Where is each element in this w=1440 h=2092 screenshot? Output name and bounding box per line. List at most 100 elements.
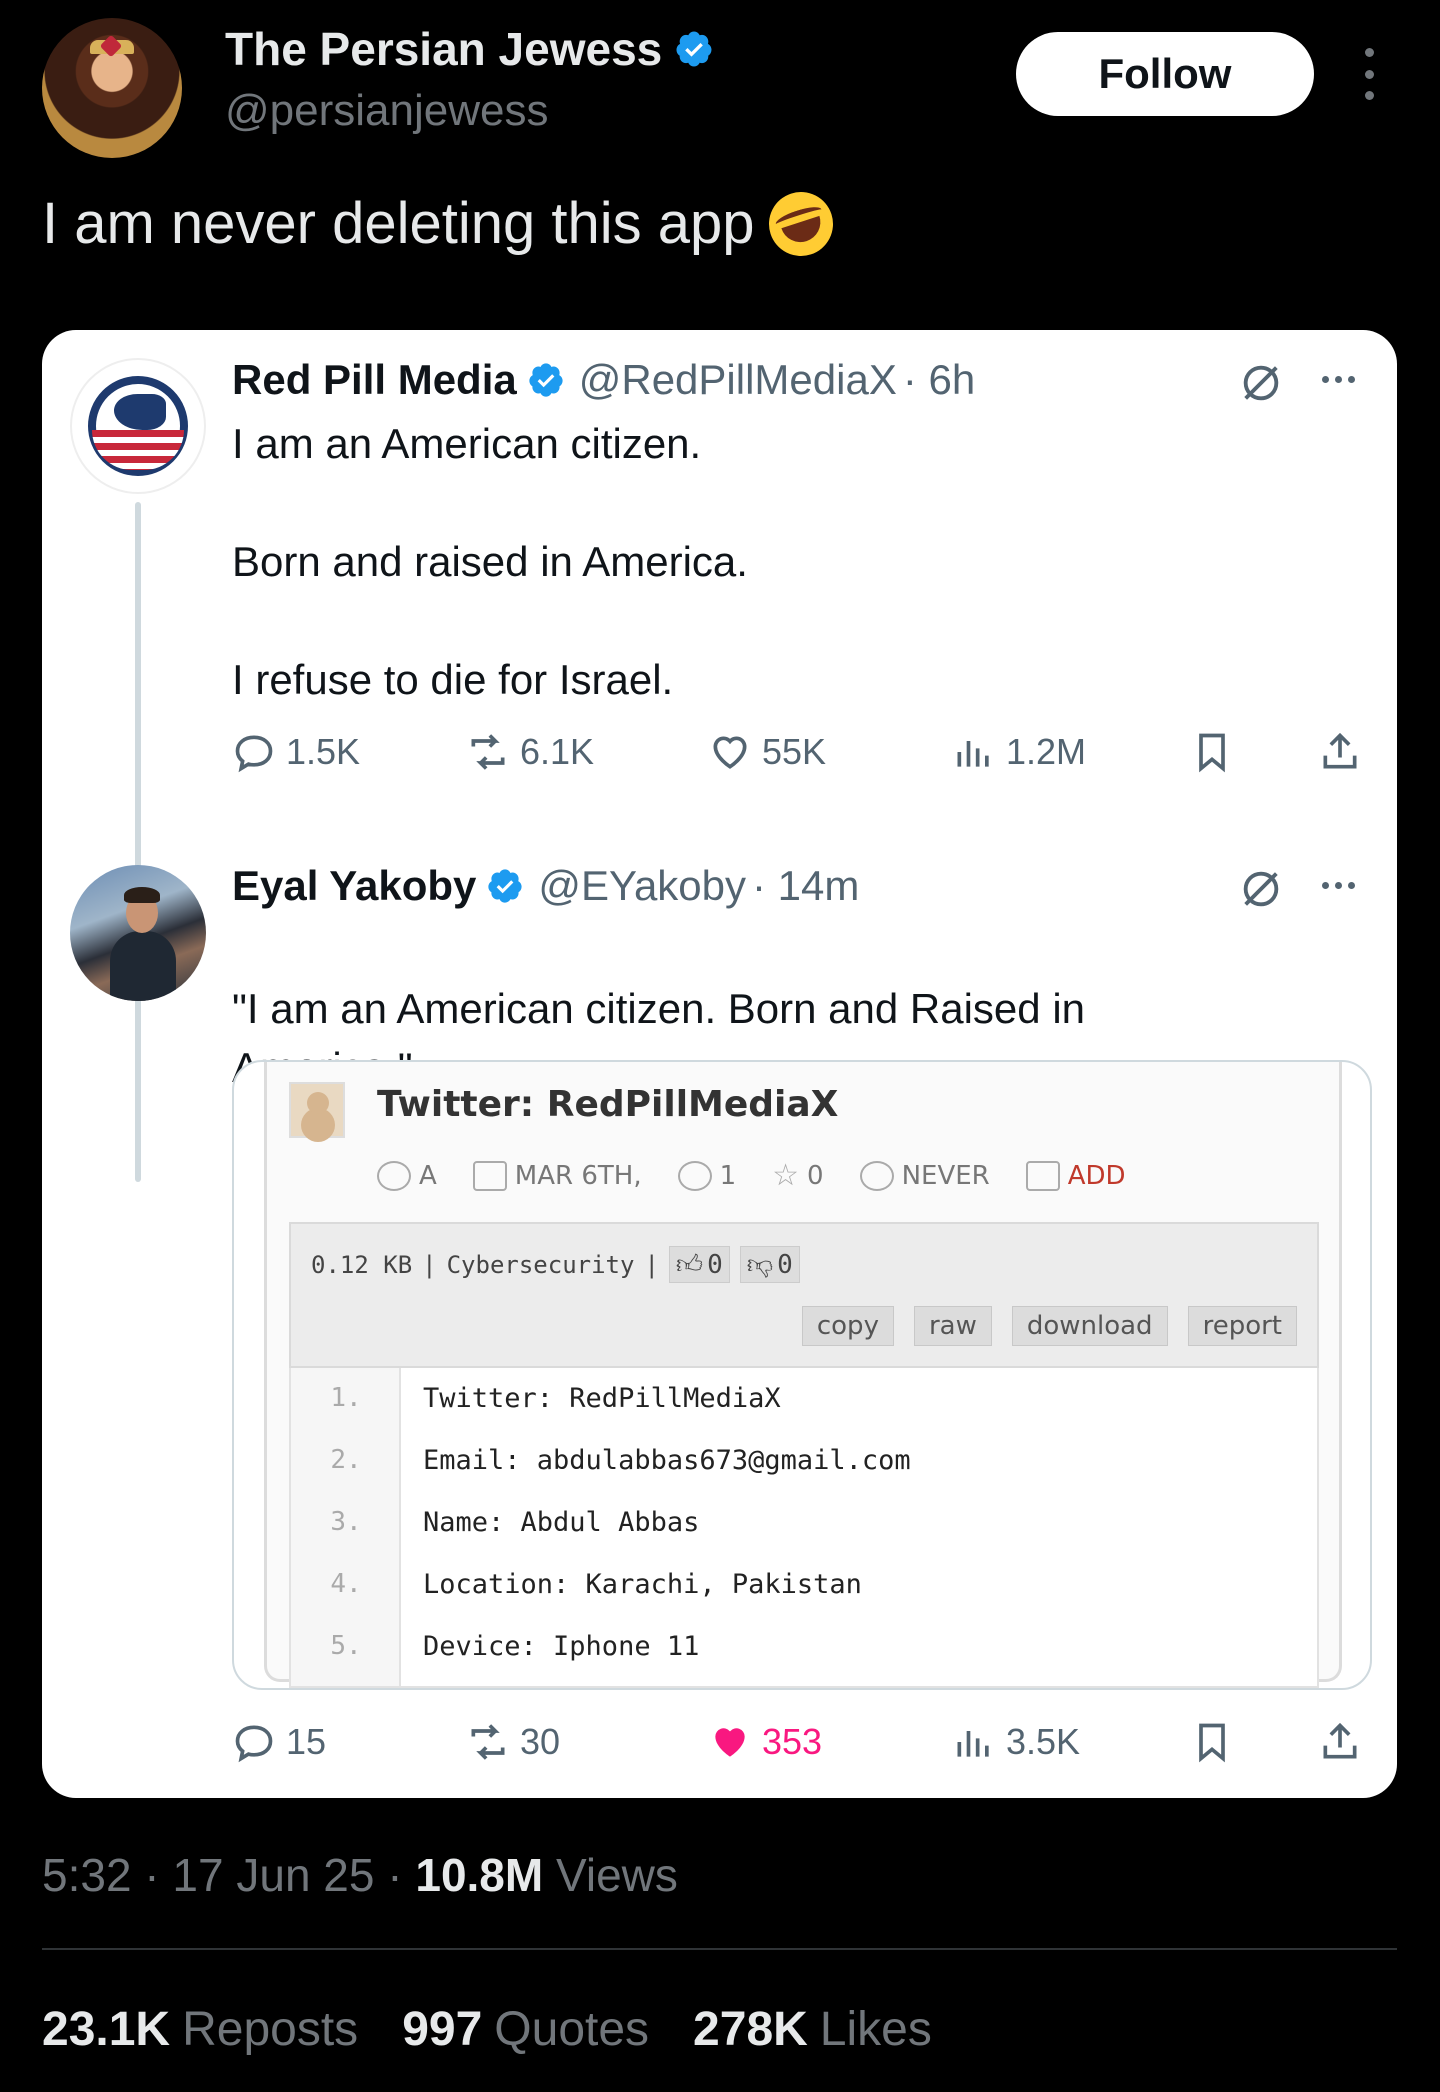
paste-separator: |: [422, 1250, 437, 1279]
reply-count: 15: [286, 1721, 327, 1762]
code-line: 2. Email: abdulabbas673@gmail.com: [291, 1430, 911, 1490]
line-number: 1.: [330, 1383, 362, 1413]
downvote-count: 0: [777, 1249, 793, 1280]
more-options-icon[interactable]: [1358, 48, 1380, 100]
post-author-handle[interactable]: @EYakoby: [538, 862, 746, 910]
embedded-image[interactable]: Twitter: RedPillMediaX A MAR 6TH, 1 ☆ 0 N…: [232, 1060, 1372, 1690]
views-action[interactable]: 3.5K: [952, 1720, 1080, 1764]
redpill-avatar[interactable]: [70, 358, 206, 494]
line-text: Location: Karachi, Pakistan: [423, 1568, 862, 1600]
tweet-time[interactable]: 5:32 · 17 Jun 25 ·: [42, 1849, 403, 1901]
author-handle[interactable]: @persianjewess: [225, 86, 548, 136]
like-action[interactable]: 55K: [708, 730, 826, 774]
author-display-name[interactable]: The Persian Jewess: [225, 22, 662, 76]
paste-size: 0.12 KB: [311, 1250, 413, 1279]
star-icon: ☆: [772, 1158, 800, 1193]
tweet-header: The Persian Jewess @persianjewess Follow: [0, 0, 1440, 160]
code-line: 4. Location: Karachi, Pakistan: [291, 1554, 862, 1614]
reply-count: 1.5K: [286, 731, 361, 772]
share-icon: [1323, 732, 1357, 769]
repost-count: 30: [520, 1721, 561, 1762]
tweet-timestamp: 5:32 · 17 Jun 25 · 10.8M Views: [42, 1848, 678, 1902]
post-time[interactable]: · 14m: [752, 862, 859, 910]
meta-expires-value: NEVER: [901, 1160, 990, 1191]
verified-badge-icon: [529, 363, 563, 397]
meta-stars: ☆ 0: [772, 1158, 823, 1193]
tweet-text: I am never deleting this app: [42, 183, 841, 264]
post-time[interactable]: · 6h: [903, 356, 975, 404]
author-name-row[interactable]: The Persian Jewess: [225, 22, 714, 76]
line-number: 3.: [330, 1507, 362, 1537]
repost-action[interactable]: 30: [466, 1720, 560, 1764]
quotes-total: 997: [402, 2003, 483, 2056]
paste-buttons: copy raw download report: [801, 1306, 1297, 1346]
paste-meta: A MAR 6TH, 1 ☆ 0 NEVER ADD: [377, 1158, 1162, 1193]
avatar-hair: [124, 887, 160, 903]
line-number: 4.: [330, 1569, 362, 1599]
share-action[interactable]: [1318, 730, 1362, 774]
reposts-stat[interactable]: 23.1K Reposts: [42, 2002, 358, 2057]
upvote-count: 0: [707, 1249, 723, 1280]
post-author-name[interactable]: Red Pill Media: [232, 356, 517, 404]
grok-icon[interactable]: [1238, 866, 1284, 912]
engagement-stats: 23.1K Reposts 997 Quotes 278K Likes: [42, 2002, 932, 2057]
repost-icon: [471, 734, 505, 770]
meta-date-value: MAR 6TH,: [514, 1160, 642, 1191]
post-actions: 15 30 353 3.5K: [232, 1720, 1372, 1776]
views-count: 1.2M: [1006, 731, 1087, 772]
thumbs-up-icon: 👍︎: [675, 1250, 704, 1280]
paste-code: 1. Twitter: RedPillMediaX 2. Email: abdula…: [289, 1368, 1319, 1688]
eye-icon: [677, 1160, 712, 1191]
calendar-icon: [472, 1160, 507, 1191]
bookmark-icon: [1199, 1723, 1225, 1763]
verified-badge-icon: [676, 31, 712, 67]
post-actions: 1.5K 6.1K 55K 1.2M: [232, 730, 1372, 786]
thumbs-down-icon: 👎︎: [746, 1250, 774, 1280]
tweet-text-content: I am never deleting this app: [42, 191, 755, 256]
post-more-icon[interactable]: [1322, 882, 1355, 889]
reply-action[interactable]: 15: [232, 1720, 326, 1764]
quoted-tweet-card[interactable]: Red Pill Media @RedPillMediaX · 6h I am …: [42, 330, 1397, 1798]
code-line: 5. Device: Iphone 11: [291, 1616, 699, 1676]
paste-user-avatar: [289, 1082, 345, 1138]
meta-date: MAR 6TH,: [472, 1160, 642, 1191]
quotes-label: Quotes: [494, 2003, 650, 2056]
post-author-handle[interactable]: @RedPillMediaX: [579, 356, 897, 404]
eyakoby-avatar[interactable]: [70, 865, 206, 1001]
grok-icon[interactable]: [1238, 360, 1284, 406]
repost-action[interactable]: 6.1K: [466, 730, 594, 774]
post-header: Red Pill Media @RedPillMediaX · 6h: [232, 356, 975, 404]
meta-views-value: 1: [719, 1160, 737, 1191]
quotes-stat[interactable]: 997 Quotes: [402, 2002, 649, 2057]
user-icon: [377, 1160, 411, 1191]
paste-screenshot: Twitter: RedPillMediaX A MAR 6TH, 1 ☆ 0 N…: [264, 1062, 1342, 1688]
like-action[interactable]: 353: [708, 1720, 822, 1764]
views-action[interactable]: 1.2M: [952, 730, 1086, 774]
line-text: Device: Iphone 11: [423, 1630, 700, 1662]
bookmark-action[interactable]: [1190, 1720, 1234, 1764]
bookmark-action[interactable]: [1190, 730, 1234, 774]
paste-download-button: download: [1011, 1306, 1168, 1346]
follow-button[interactable]: Follow: [1016, 32, 1314, 116]
like-count: 55K: [762, 731, 827, 772]
meta-add-value: ADD: [1067, 1160, 1126, 1191]
avatar-body: [110, 931, 176, 1001]
likes-stat[interactable]: 278K Likes: [693, 2002, 932, 2057]
reply-action[interactable]: 1.5K: [232, 730, 360, 774]
author-avatar[interactable]: [42, 18, 182, 158]
line-text: Email: abdulabbas673@gmail.com: [423, 1444, 911, 1476]
code-line: 3. Name: Abdul Abbas: [291, 1492, 699, 1552]
line-text: Name: Abdul Abbas: [423, 1506, 700, 1538]
reply-icon: [235, 1725, 273, 1763]
repost-icon: [471, 1724, 505, 1760]
meta-add: ADD: [1025, 1160, 1126, 1191]
paste-raw-button: raw: [913, 1306, 992, 1346]
share-action[interactable]: [1318, 1720, 1362, 1764]
post-author-name[interactable]: Eyal Yakoby: [232, 862, 476, 910]
post-more-icon[interactable]: [1322, 376, 1355, 383]
post-body: I am an American citizen. Born and raise…: [232, 420, 748, 703]
like-count: 353: [762, 1721, 823, 1762]
meta-author: A: [377, 1160, 437, 1191]
verified-badge-icon: [488, 869, 523, 903]
views-count: 3.5K: [1006, 1721, 1081, 1762]
